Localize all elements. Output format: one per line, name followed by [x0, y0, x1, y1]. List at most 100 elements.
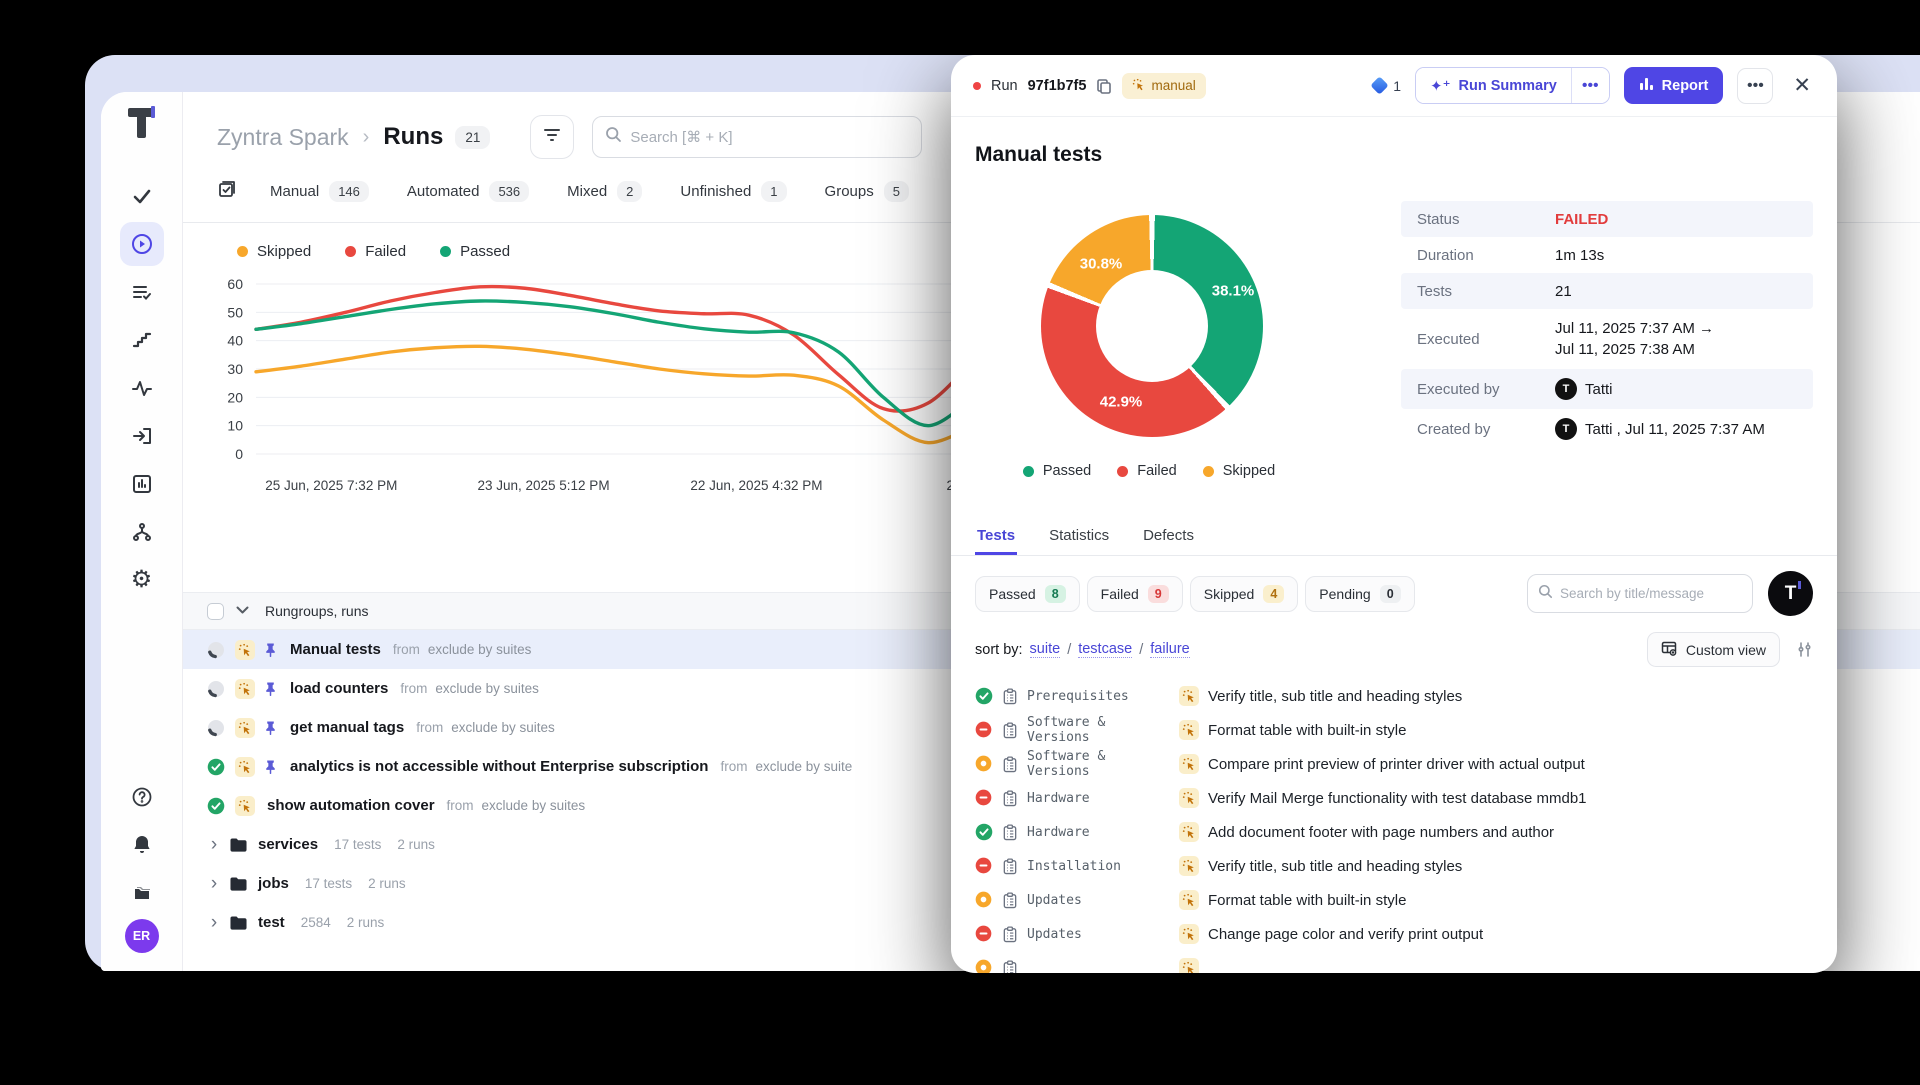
sort-failure-link[interactable]: failure [1150, 641, 1190, 658]
sidebar-item-plans[interactable] [120, 270, 164, 314]
test-title[interactable]: Format table with built-in style [1208, 722, 1406, 739]
test-row[interactable]: Installation Verify title, sub title and… [951, 849, 1837, 883]
run-status-icon [207, 719, 225, 737]
filter-button[interactable] [530, 115, 574, 159]
close-icon[interactable]: ✕ [1789, 73, 1815, 98]
sidebar-item-notifications[interactable] [120, 823, 164, 867]
run-title: Manual tests [290, 641, 381, 658]
suite-name[interactable]: Hardware [1027, 825, 1167, 840]
chevron-right-icon[interactable]: › [207, 873, 221, 895]
sidebar-item-branches[interactable] [120, 510, 164, 554]
panel-search-input[interactable] [1560, 586, 1742, 601]
suite-name[interactable]: Software & Versions [1027, 715, 1167, 745]
filter-chip-skipped[interactable]: Skipped 4 [1190, 576, 1299, 612]
test-row[interactable] [951, 951, 1837, 973]
sidebar-item-activity[interactable] [120, 366, 164, 410]
tab-manual[interactable]: Manual146 [270, 181, 369, 202]
chart-legend-passed[interactable]: Passed [440, 243, 510, 260]
test-title[interactable]: Verify Mail Merge functionality with tes… [1208, 790, 1587, 807]
svg-text:40: 40 [227, 333, 243, 349]
tab-mixed[interactable]: Mixed2 [567, 181, 642, 202]
pulse-icon [131, 377, 153, 399]
chip-label: Pending [1319, 586, 1370, 602]
test-row[interactable]: Hardware Add document footer with page n… [951, 815, 1837, 849]
chart-legend-skipped[interactable]: Skipped [237, 243, 311, 260]
test-row[interactable]: Hardware Verify Mail Merge functionality… [951, 781, 1837, 815]
test-row[interactable]: Software & Versions Format table with bu… [951, 713, 1837, 747]
info-label: Tests [1417, 283, 1555, 300]
search-input[interactable] [630, 129, 909, 146]
test-title[interactable]: Add document footer with page numbers an… [1208, 824, 1554, 841]
suite-name[interactable]: Updates [1027, 893, 1167, 908]
run-summary-more-button[interactable]: ••• [1571, 68, 1609, 103]
breadcrumb-project[interactable]: Zyntra Spark [217, 124, 349, 151]
sidebar-item-steps[interactable] [120, 318, 164, 362]
test-title[interactable]: Format table with built-in style [1208, 892, 1406, 909]
user-avatar[interactable]: ER [125, 919, 159, 953]
run-from-value[interactable]: exclude by suites [451, 720, 555, 735]
tab-unfinished[interactable]: Unfinished1 [680, 181, 786, 202]
sidebar-item-tests[interactable] [120, 174, 164, 218]
test-title[interactable]: Change page color and verify print outpu… [1208, 926, 1483, 943]
svg-text:20: 20 [227, 389, 243, 405]
donut-legend-skipped[interactable]: Skipped [1203, 463, 1275, 479]
test-row[interactable]: Prerequisites Verify title, sub title an… [951, 679, 1837, 713]
donut-legend-passed[interactable]: Passed [1023, 463, 1091, 479]
app-logo-icon[interactable] [125, 106, 159, 140]
panel-search[interactable] [1527, 574, 1753, 613]
sidebar-item-help[interactable] [120, 775, 164, 819]
info-row: Duration 1m 13s [1401, 237, 1813, 273]
sidebar-item-import[interactable] [120, 414, 164, 458]
report-icon [1639, 77, 1654, 95]
credits-indicator[interactable]: 1 [1373, 78, 1401, 94]
suite-name[interactable]: Prerequisites [1027, 689, 1167, 704]
run-summary-split-button: ✦⁺Run Summary ••• [1415, 67, 1610, 104]
copy-icon[interactable] [1096, 78, 1112, 94]
chevron-right-icon[interactable]: › [207, 912, 221, 934]
test-status-icon [975, 755, 993, 773]
chevron-right-icon[interactable]: › [207, 834, 221, 856]
info-row: Executed by TTatti [1401, 369, 1813, 409]
global-search[interactable] [592, 116, 922, 158]
tab-automated[interactable]: Automated536 [407, 181, 529, 202]
run-title: Manual tests [951, 117, 1837, 167]
tab-tests[interactable]: Tests [975, 519, 1017, 555]
run-from-value[interactable]: exclude by suites [428, 642, 532, 657]
donut-legend-failed[interactable]: Failed [1117, 463, 1177, 479]
test-title[interactable]: Verify title, sub title and heading styl… [1208, 688, 1462, 705]
sidebar-item-projects[interactable] [120, 871, 164, 915]
test-row[interactable]: Software & Versions Compare print previe… [951, 747, 1837, 781]
sidebar-item-reports[interactable] [120, 462, 164, 506]
suite-name[interactable]: Hardware [1027, 791, 1167, 806]
suite-name[interactable]: Updates [1027, 927, 1167, 942]
more-options-button[interactable]: ••• [1737, 68, 1773, 104]
sort-testcase-link[interactable]: testcase [1078, 641, 1132, 658]
select-all-checkbox[interactable] [207, 603, 224, 620]
chevron-down-icon[interactable] [236, 602, 249, 620]
test-row[interactable]: Updates Format table with built-in style [951, 883, 1837, 917]
tab-groups[interactable]: Groups5 [825, 181, 909, 202]
filter-chip-pending[interactable]: Pending 0 [1305, 576, 1414, 612]
run-from-value[interactable]: exclude by suites [435, 681, 539, 696]
sidebar-item-settings[interactable]: ⚙ [120, 558, 164, 602]
test-title[interactable]: Verify title, sub title and heading styl… [1208, 858, 1462, 875]
tab-statistics[interactable]: Statistics [1047, 519, 1111, 555]
sort-suite-link[interactable]: suite [1030, 641, 1061, 658]
panel-tabs: Tests Statistics Defects [951, 519, 1837, 556]
chart-legend-failed[interactable]: Failed [345, 243, 406, 260]
custom-view-button[interactable]: Custom view [1647, 632, 1780, 667]
view-settings-icon[interactable] [1796, 641, 1813, 658]
suite-name[interactable]: Installation [1027, 859, 1167, 874]
report-button[interactable]: Report [1624, 67, 1724, 104]
filter-chip-failed[interactable]: Failed 9 [1087, 576, 1183, 612]
tab-defects[interactable]: Defects [1141, 519, 1196, 555]
test-title[interactable]: Compare print preview of printer driver … [1208, 756, 1585, 773]
filter-chip-passed[interactable]: Passed 8 [975, 576, 1080, 612]
run-from-value[interactable]: exclude by suite [755, 759, 852, 774]
select-all-icon[interactable] [217, 178, 238, 204]
suite-name[interactable]: Software & Versions [1027, 749, 1167, 779]
test-row[interactable]: Updates Change page color and verify pri… [951, 917, 1837, 951]
run-summary-button[interactable]: ✦⁺Run Summary [1416, 68, 1571, 103]
run-from-value[interactable]: exclude by suites [482, 798, 586, 813]
sidebar-item-runs[interactable] [120, 222, 164, 266]
